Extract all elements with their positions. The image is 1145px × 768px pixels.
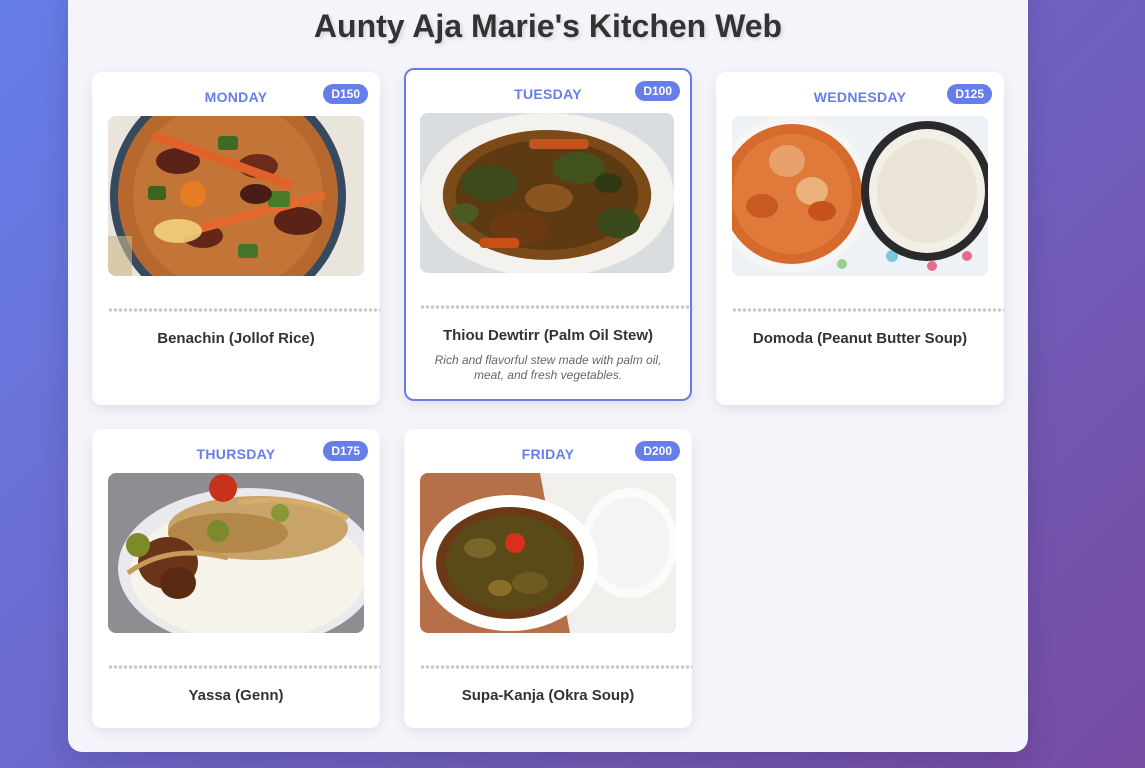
dotted-divider — [420, 665, 692, 669]
price-badge: D125 — [947, 84, 992, 104]
dish-name: Benachin (Jollof Rice) — [157, 330, 315, 347]
dish-name: Yassa (Genn) — [188, 687, 284, 704]
dotted-divider — [108, 308, 380, 312]
menu-card-wednesday[interactable]: WEDNESDAY D125 Domoda (Peanut Butter Sou… — [716, 72, 1004, 405]
price-badge: D100 — [635, 81, 680, 101]
dotted-divider — [732, 308, 1004, 312]
price-badge: D150 — [323, 84, 368, 104]
dish-name: Thiou Dewtirr (Palm Oil Stew) — [442, 327, 654, 344]
jollof-rice-photo — [108, 116, 364, 276]
menu-card-monday[interactable]: MONDAY D150 Benachin (Jollof Rice) — [92, 72, 380, 405]
okra-soup-photo — [420, 473, 676, 633]
menu-container: Aunty Aja Marie's Kitchen Web MONDAY D15… — [68, 0, 1028, 752]
peanut-butter-soup-photo — [732, 116, 988, 276]
dish-description: Rich and flavorful stew made with palm o… — [434, 353, 662, 382]
menu-card-thursday[interactable]: THURSDAY D175 Yassa (Genn) — [92, 429, 380, 728]
yassa-photo — [108, 473, 364, 633]
page-title: Aunty Aja Marie's Kitchen Web — [313, 8, 783, 44]
price-badge: D200 — [635, 441, 680, 461]
menu-card-friday[interactable]: FRIDAY D200 Supa-Kanja (Okra Soup) — [404, 429, 692, 728]
menu-card-tuesday[interactable]: TUESDAY D100 Thiou Dewtirr (Palm Oil Ste… — [404, 68, 692, 401]
dish-name: Domoda (Peanut Butter Soup) — [752, 330, 968, 347]
price-badge: D175 — [323, 441, 368, 461]
palm-oil-stew-photo — [420, 113, 674, 273]
dish-name: Supa-Kanja (Okra Soup) — [461, 687, 635, 704]
dotted-divider — [108, 665, 380, 669]
dotted-divider — [420, 305, 690, 309]
